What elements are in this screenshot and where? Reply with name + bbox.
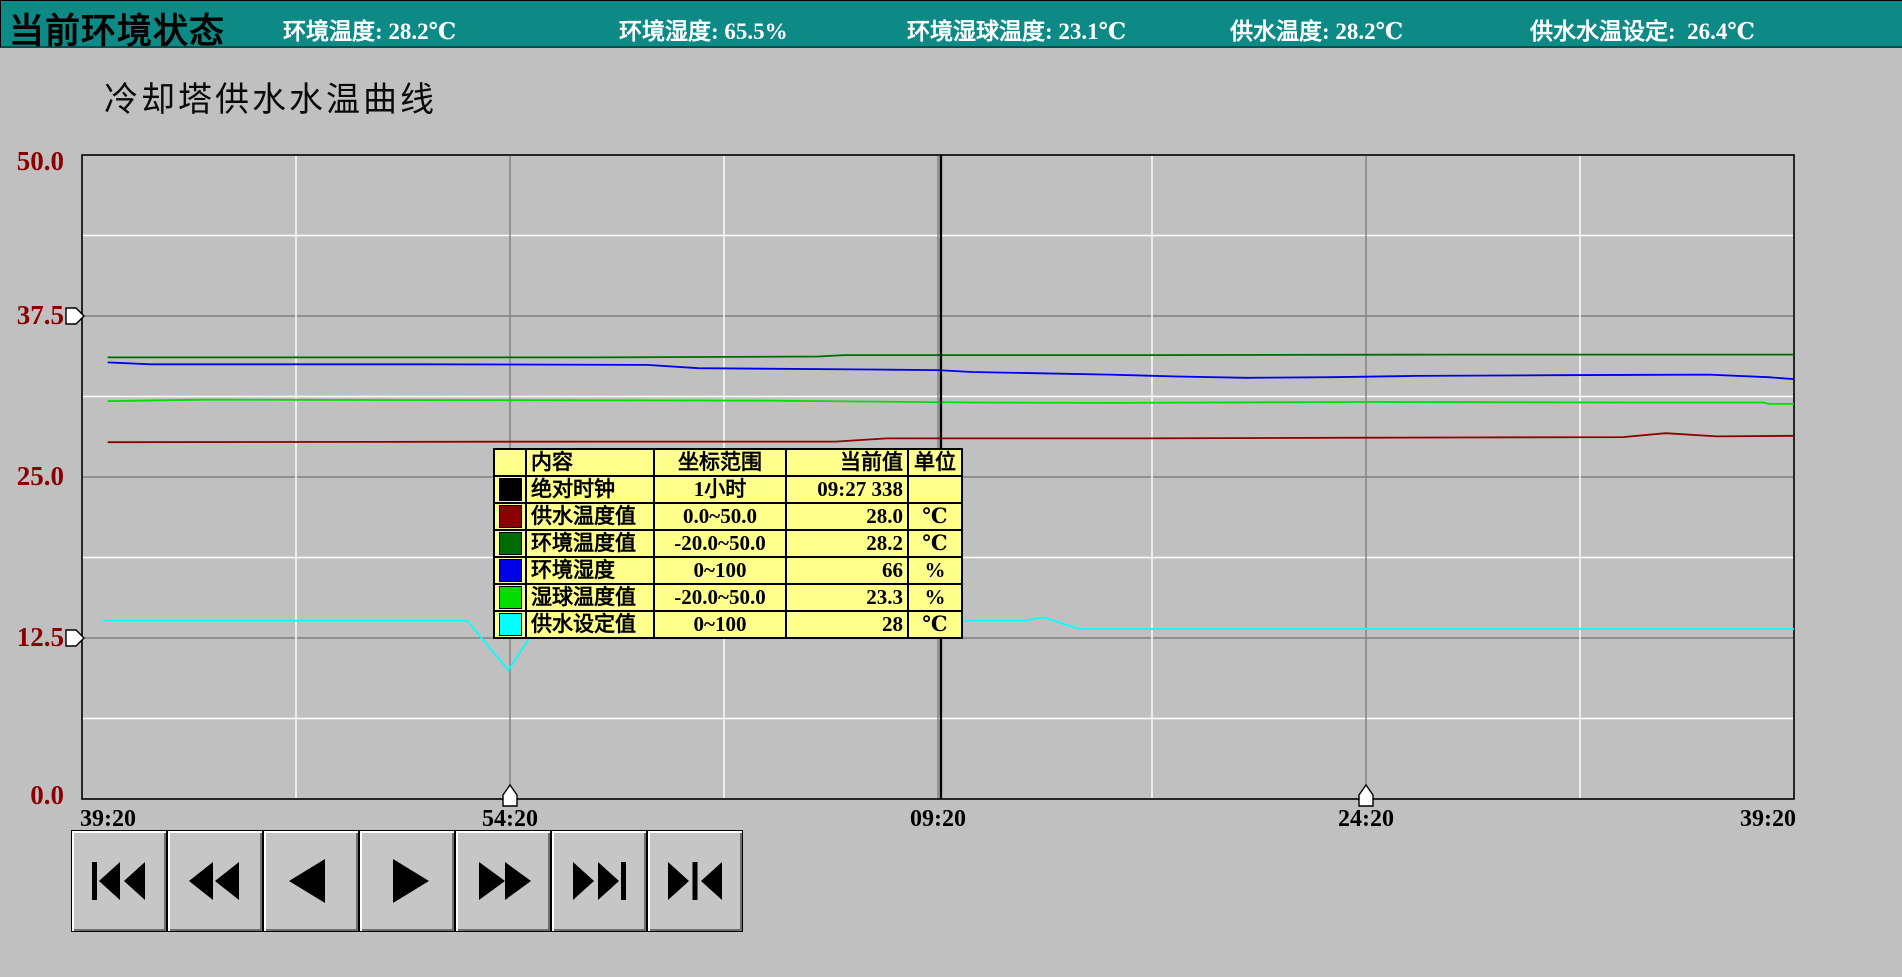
legend-row: 环境温度值-20.0~50.028.2℃ [494,530,962,557]
trend-line-湿球温度值 [108,400,1794,404]
legend-color-swatch [499,478,522,501]
legend-cell: 66 [786,557,908,584]
legend-cell: -20.0~50.0 [654,530,786,557]
legend-cell: 供水温度值 [526,503,654,530]
legend-cell: 环境温度值 [526,530,654,557]
fast-forward-button[interactable] [455,830,551,932]
y-axis-label: 12.5 [0,624,64,651]
legend-row: 湿球温度值-20.0~50.023.3% [494,584,962,611]
legend-cell: % [908,557,962,584]
skip-to-start-button[interactable] [71,830,167,932]
trend-line-环境湿度 [108,362,1794,379]
legend-header-cell: 单位 [908,449,962,476]
legend-cell: 09:27 338 [786,476,908,503]
legend-row: 环境湿度0~10066% [494,557,962,584]
legend-cell [494,503,526,530]
legend-header-cell [494,449,526,476]
fast-rewind-button[interactable] [167,830,263,932]
right-icon [375,857,439,905]
trend-line-供水温度值 [108,433,1794,442]
legend-cell: 28.0 [786,503,908,530]
playback-toolbar [71,830,743,932]
legend-cell: 供水设定值 [526,611,654,638]
legend-cell: -20.0~50.0 [654,584,786,611]
y-axis-label: 50.0 [0,148,64,175]
legend-cell: 绝对时钟 [526,476,654,503]
legend-row: 供水设定值0~10028℃ [494,611,962,638]
legend-header-row: 内容坐标范围当前值单位 [494,449,962,476]
double-right-bar-icon [567,857,631,905]
step-forward-button[interactable] [359,830,455,932]
legend-cell: 0.0~50.0 [654,503,786,530]
legend-cell [494,530,526,557]
legend-cell: ℃ [908,530,962,557]
legend-row: 供水温度值0.0~50.028.0℃ [494,503,962,530]
legend-cell [908,476,962,503]
legend-cell [494,611,526,638]
legend-cell: 23.3 [786,584,908,611]
legend-table: 内容坐标范围当前值单位绝对时钟1小时09:27 338供水温度值0.0~50.0… [493,448,963,639]
legend-cell: 0~100 [654,611,786,638]
double-right-icon [471,857,535,905]
legend-cell: % [908,584,962,611]
legend-cell: 湿球温度值 [526,584,654,611]
right-bar-left-icon [663,857,727,905]
double-left-icon [183,857,247,905]
legend-header-cell: 当前值 [786,449,908,476]
left-icon [279,857,343,905]
x-axis-label: 39:20 [80,806,136,833]
hmi-screen: 当前环境状态 环境温度: 28.2℃ 环境湿度: 65.5% 环境湿球温度: 2… [0,0,1902,977]
legend-header-cell: 坐标范围 [654,449,786,476]
x-axis-label: 09:20 [910,806,966,833]
skip-to-end-button[interactable] [551,830,647,932]
legend-cell: ℃ [908,611,962,638]
x-axis-cursor-marker[interactable] [1359,785,1373,806]
legend-cell [494,557,526,584]
y-axis-label: 25.0 [0,463,64,490]
bar-double-left-icon [87,857,151,905]
x-axis-label: 54:20 [482,806,538,833]
trend-line-环境温度值 [108,355,1794,358]
step-back-button[interactable] [263,830,359,932]
legend-color-swatch [499,532,522,555]
legend-color-swatch [499,613,522,636]
legend-cell: 环境湿度 [526,557,654,584]
y-axis-label: 0.0 [0,782,64,809]
x-axis-cursor-marker[interactable] [503,785,517,806]
x-axis-label: 24:20 [1338,806,1394,833]
legend-header-cell: 内容 [526,449,654,476]
legend-cell [494,476,526,503]
y-axis-label: 37.5 [0,302,64,329]
legend-row: 绝对时钟1小时09:27 338 [494,476,962,503]
legend-color-swatch [499,559,522,582]
legend-color-swatch [499,586,522,609]
legend-cell: ℃ [908,503,962,530]
jump-to-cursor-button[interactable] [647,830,743,932]
legend-cell [494,584,526,611]
legend-cell: 1小时 [654,476,786,503]
legend-cell: 0~100 [654,557,786,584]
x-axis-label: 39:20 [1740,806,1796,833]
legend-cell: 28.2 [786,530,908,557]
legend-color-swatch [499,505,522,528]
legend-cell: 28 [786,611,908,638]
